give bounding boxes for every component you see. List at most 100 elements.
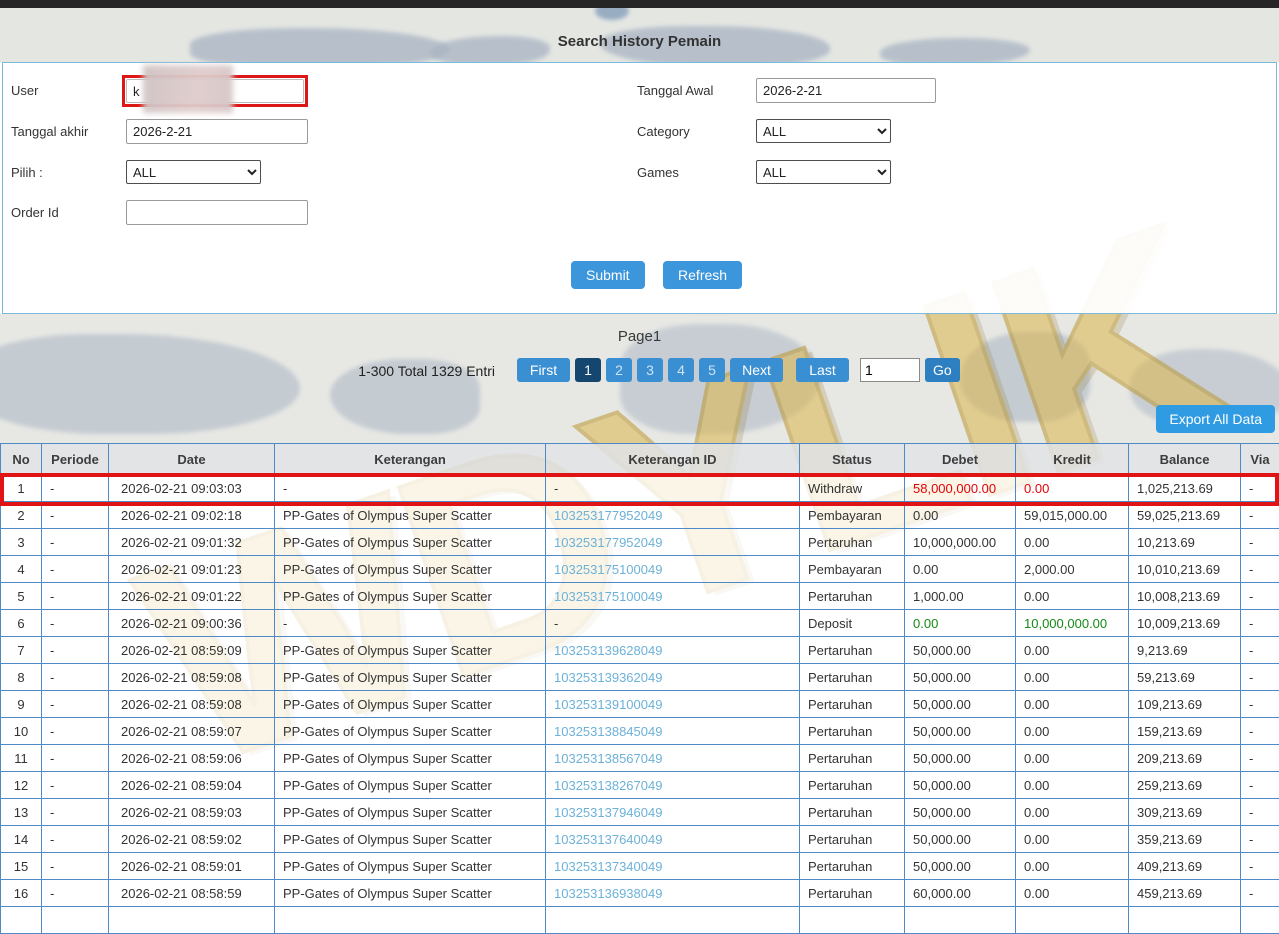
cell-periode: - — [42, 691, 109, 718]
cell-via: - — [1241, 529, 1279, 556]
page-title: Search History Pemain — [0, 33, 1279, 50]
table-row: 13-2026-02-21 08:59:03PP-Gates of Olympu… — [1, 799, 1279, 826]
cell-kredit — [1016, 907, 1129, 934]
cell-keterangan-id[interactable]: 103253137340049 — [546, 853, 800, 880]
cell-keterangan-id[interactable]: 103253136938049 — [546, 880, 800, 907]
cell-keterangan: PP-Gates of Olympus Super Scatter — [275, 853, 546, 880]
cell-keterangan-id[interactable]: 103253139100049 — [546, 691, 800, 718]
cell-periode: - — [42, 853, 109, 880]
cell-keterangan-id[interactable]: 103253175100049 — [546, 583, 800, 610]
tanggal-akhir-label: Tanggal akhir — [11, 124, 88, 139]
export-all-data-button[interactable]: Export All Data — [1156, 405, 1275, 433]
pagination-buttons: First12345Next Last Go — [517, 358, 960, 382]
cell-balance: 259,213.69 — [1129, 772, 1241, 799]
cell-keterangan-id[interactable]: 103253177952049 — [546, 529, 800, 556]
cell-keterangan-id[interactable]: 103253177952049 — [546, 502, 800, 529]
browser-top-strip — [0, 0, 1279, 8]
page-button-last[interactable]: Last — [796, 358, 849, 382]
cell-no: 3 — [1, 529, 42, 556]
cell-kredit: 0.00 — [1016, 745, 1129, 772]
table-row — [1, 907, 1279, 934]
page-button-first[interactable]: First — [517, 358, 570, 382]
pilih-select[interactable]: ALL — [126, 160, 261, 184]
cell-keterangan-id[interactable]: 103253175100049 — [546, 556, 800, 583]
goto-page-input[interactable] — [860, 358, 920, 382]
cell-status: Pembayaran — [800, 556, 905, 583]
cell-keterangan-id[interactable]: 103253138845049 — [546, 718, 800, 745]
cell-keterangan-id[interactable]: 103253138267049 — [546, 772, 800, 799]
cell-debet: 0.00 — [905, 556, 1016, 583]
cell-balance: 10,009,213.69 — [1129, 610, 1241, 637]
cell-periode: - — [42, 718, 109, 745]
games-select[interactable]: ALL — [756, 160, 891, 184]
column-header-balance: Balance — [1129, 444, 1241, 475]
cell-status: Pertaruhan — [800, 691, 905, 718]
submit-button[interactable]: Submit — [571, 261, 645, 289]
cell-no: 2 — [1, 502, 42, 529]
go-button[interactable]: Go — [925, 358, 960, 382]
cell-via: - — [1241, 556, 1279, 583]
table-row: 9-2026-02-21 08:59:08PP-Gates of Olympus… — [1, 691, 1279, 718]
page-button-next[interactable]: Next — [730, 358, 783, 382]
cell-date: 2026-02-21 09:00:36 — [109, 610, 275, 637]
category-select[interactable]: ALL — [756, 119, 891, 143]
cell-keterangan-id[interactable]: 103253137946049 — [546, 799, 800, 826]
cell-debet: 50,000.00 — [905, 745, 1016, 772]
cell-keterangan-id[interactable]: 103253139362049 — [546, 664, 800, 691]
cell-via: - — [1241, 772, 1279, 799]
cell-balance: 109,213.69 — [1129, 691, 1241, 718]
column-header-debet: Debet — [905, 444, 1016, 475]
user-label: User — [11, 83, 38, 98]
cell-date: 2026-02-21 09:01:22 — [109, 583, 275, 610]
cell-date: 2026-02-21 08:58:59 — [109, 880, 275, 907]
cell-balance: 359,213.69 — [1129, 826, 1241, 853]
page-button-5[interactable]: 5 — [699, 358, 725, 382]
cell-no: 16 — [1, 880, 42, 907]
page-button-3[interactable]: 3 — [637, 358, 663, 382]
cell-keterangan: PP-Gates of Olympus Super Scatter — [275, 799, 546, 826]
tanggal-akhir-input[interactable] — [126, 119, 308, 144]
cell-kredit: 0.00 — [1016, 772, 1129, 799]
table-row: 3-2026-02-21 09:01:32PP-Gates of Olympus… — [1, 529, 1279, 556]
column-header-kredit: Kredit — [1016, 444, 1129, 475]
category-label: Category — [637, 124, 690, 139]
order-id-input[interactable] — [126, 200, 308, 225]
cell-periode: - — [42, 880, 109, 907]
page-button-1[interactable]: 1 — [575, 358, 601, 382]
cell-periode: - — [42, 826, 109, 853]
cell-kredit: 59,015,000.00 — [1016, 502, 1129, 529]
cell-keterangan: PP-Gates of Olympus Super Scatter — [275, 826, 546, 853]
cell-keterangan-id[interactable]: 103253139628049 — [546, 637, 800, 664]
cell-keterangan-id: - — [546, 475, 800, 502]
cell-periode: - — [42, 772, 109, 799]
cell-status: Pertaruhan — [800, 853, 905, 880]
refresh-button[interactable]: Refresh — [663, 261, 742, 289]
cell-date — [109, 907, 275, 934]
cell-balance: 409,213.69 — [1129, 853, 1241, 880]
cell-date: 2026-02-21 08:59:03 — [109, 799, 275, 826]
cell-date: 2026-02-21 08:59:08 — [109, 691, 275, 718]
history-table-section: NoPeriodeDateKeteranganKeterangan IDStat… — [0, 443, 1279, 934]
cell-debet: 58,000,000.00 — [905, 475, 1016, 502]
page-button-4[interactable]: 4 — [668, 358, 694, 382]
table-row: 7-2026-02-21 08:59:09PP-Gates of Olympus… — [1, 637, 1279, 664]
cell-keterangan: PP-Gates of Olympus Super Scatter — [275, 637, 546, 664]
cell-date: 2026-02-21 09:01:23 — [109, 556, 275, 583]
table-row: 1-2026-02-21 09:03:03--Withdraw58,000,00… — [1, 475, 1279, 502]
page-button-2[interactable]: 2 — [606, 358, 632, 382]
cell-kredit: 2,000.00 — [1016, 556, 1129, 583]
cell-status: Pertaruhan — [800, 637, 905, 664]
tanggal-awal-input[interactable] — [756, 78, 936, 103]
cell-balance — [1129, 907, 1241, 934]
cell-keterangan-id[interactable]: 103253137640049 — [546, 826, 800, 853]
cell-periode — [42, 907, 109, 934]
cell-kredit: 0.00 — [1016, 799, 1129, 826]
cell-balance: 9,213.69 — [1129, 637, 1241, 664]
cell-debet: 50,000.00 — [905, 664, 1016, 691]
results-range-label: 1-300 Total 1329 Entri — [358, 363, 495, 379]
cell-debet: 10,000,000.00 — [905, 529, 1016, 556]
cell-kredit: 0.00 — [1016, 826, 1129, 853]
cell-keterangan-id[interactable]: 103253138567049 — [546, 745, 800, 772]
cell-periode: - — [42, 745, 109, 772]
cell-balance: 209,213.69 — [1129, 745, 1241, 772]
